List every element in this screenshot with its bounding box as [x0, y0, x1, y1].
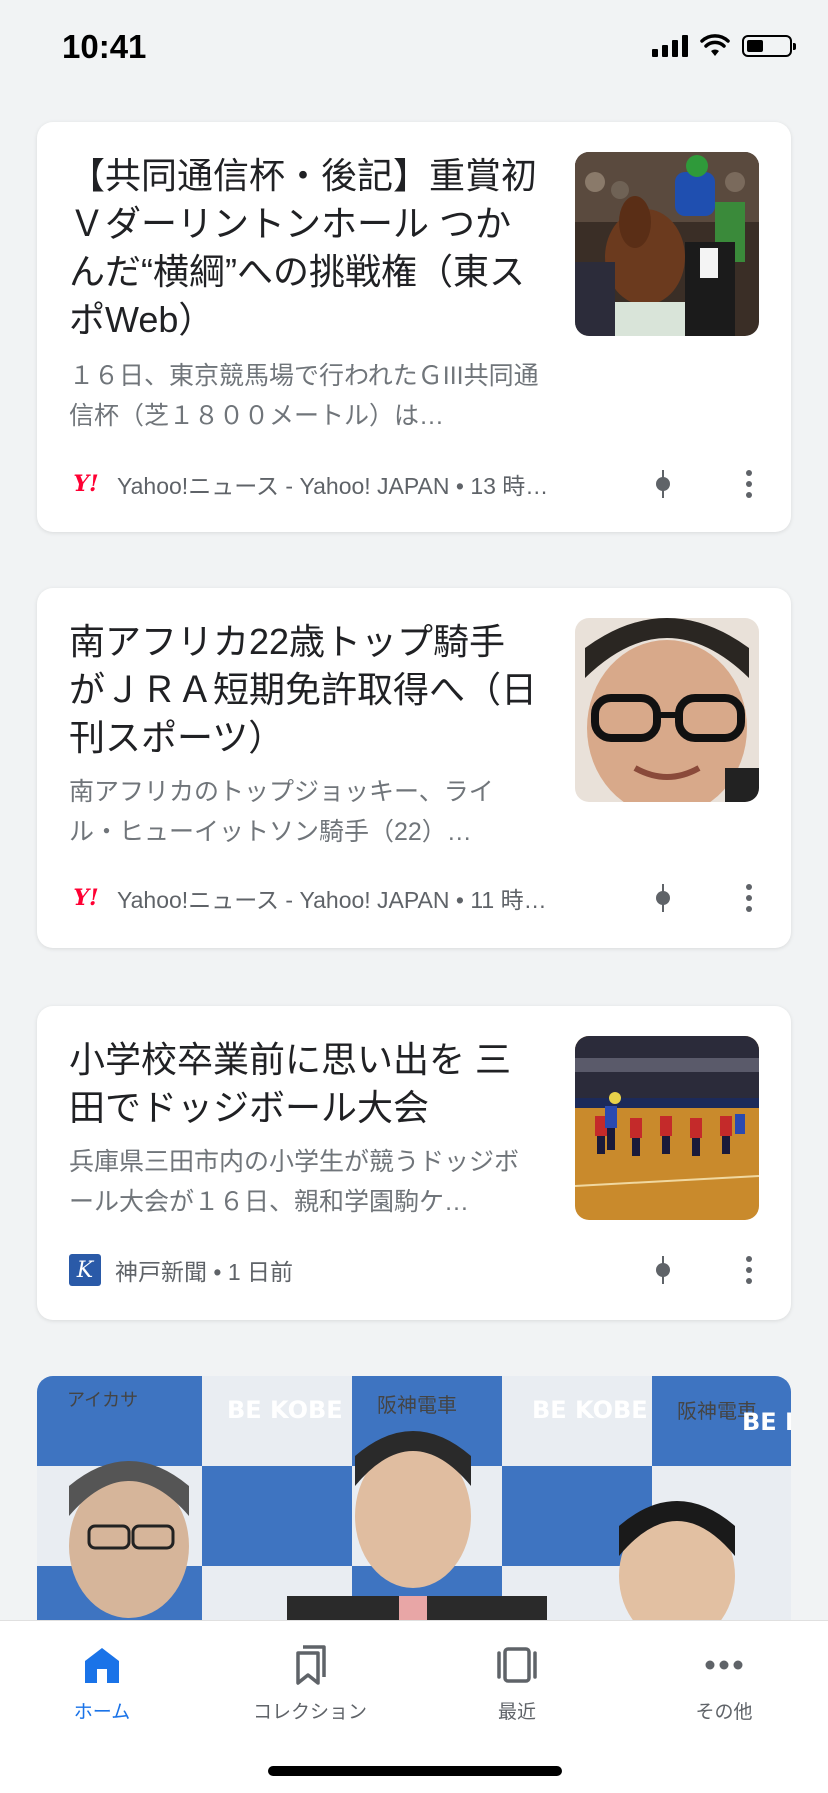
- horse-racing-image: [575, 152, 759, 336]
- status-time: 10:41: [62, 28, 147, 65]
- press-conference-image: アイカサ BE KOBE 阪神電車 BE KOBE 阪神電車 BE K: [37, 1376, 791, 1636]
- full-coverage-icon[interactable]: [643, 464, 683, 504]
- hero-banner-text: 阪神電車: [377, 1393, 457, 1417]
- article-thumbnail[interactable]: [575, 618, 759, 802]
- battery-icon: [742, 35, 796, 57]
- nav-item-collections[interactable]: コレクション: [230, 1641, 390, 1731]
- portrait-image: [575, 618, 759, 802]
- bookmarks-icon: [296, 1645, 326, 1685]
- article-thumbnail[interactable]: [575, 1036, 759, 1220]
- more-horiz-icon: [705, 1660, 743, 1670]
- article-title[interactable]: 小学校卒業前に思い出を 三田でドッジボール大会: [69, 1036, 537, 1132]
- article-footer: Y! Yahoo!ニュース - Yahoo! JAPAN • 11 時…: [69, 878, 759, 918]
- hero-banner-text: BE K: [742, 1408, 791, 1436]
- recent-icon: [497, 1647, 537, 1683]
- article-snippet: 兵庫県三田市内の小学生が競うドッジボール大会が１６日、親和学園駒ケ…: [69, 1148, 520, 1216]
- yahoo-logo-icon: Y!: [73, 885, 99, 911]
- article-snippet: １６日、東京競馬場で行われたＧIII共同通信杯（芝１８００メートル）は…: [69, 362, 539, 430]
- article-footer: Y! Yahoo!ニュース - Yahoo! JAPAN • 13 時…: [69, 464, 759, 504]
- article-thumbnail[interactable]: [575, 152, 759, 336]
- wifi-icon: [700, 34, 730, 56]
- hero-banner-text: アイカサ: [67, 1390, 138, 1411]
- article-source[interactable]: Yahoo!ニュース - Yahoo! JAPAN • 13 時…: [117, 467, 548, 501]
- cellular-signal-icon: [652, 35, 688, 57]
- more-vert-icon[interactable]: [739, 878, 759, 918]
- dodgeball-image: [575, 1036, 759, 1220]
- article-card[interactable]: 南アフリカ22歳トップ騎手がＪＲＡ短期免許取得へ（日刊スポーツ） 南アフリカのト…: [37, 588, 791, 948]
- article-title[interactable]: 南アフリカ22歳トップ騎手がＪＲＡ短期免許取得へ（日刊スポーツ）: [69, 618, 537, 762]
- article-title[interactable]: 【共同通信杯・後記】重賞初Ｖダーリントンホール つかんだ“横綱”への挑戦権（東ス…: [69, 152, 537, 344]
- more-vert-icon[interactable]: [739, 1250, 759, 1290]
- nav-label: 最近: [497, 1702, 536, 1723]
- nav-item-recent[interactable]: 最近: [437, 1641, 597, 1731]
- home-indicator[interactable]: [268, 1766, 562, 1776]
- kobe-shimbun-logo-icon: K: [69, 1254, 101, 1286]
- article-card[interactable]: 【共同通信杯・後記】重賞初Ｖダーリントンホール つかんだ“横綱”への挑戦権（東ス…: [37, 122, 791, 532]
- nav-label: コレクション: [252, 1702, 367, 1723]
- home-icon: [85, 1648, 119, 1683]
- yahoo-logo-icon: Y!: [73, 471, 99, 497]
- status-bar: 10:41: [0, 0, 828, 100]
- nav-item-home[interactable]: ホーム: [22, 1641, 182, 1731]
- hero-article-image[interactable]: アイカサ BE KOBE 阪神電車 BE KOBE 阪神電車 BE K: [37, 1376, 791, 1636]
- nav-label: その他: [695, 1702, 753, 1723]
- status-icons: [652, 34, 796, 58]
- article-snippet: 南アフリカのトップジョッキー、ライル・ヒューイットソン騎手（22）…: [69, 778, 494, 846]
- more-vert-icon[interactable]: [739, 464, 759, 504]
- article-footer: K 神戸新聞 • 1 日前: [69, 1250, 759, 1290]
- article-card[interactable]: 小学校卒業前に思い出を 三田でドッジボール大会 兵庫県三田市内の小学生が競うドッ…: [37, 1006, 791, 1320]
- nav-label: ホーム: [73, 1702, 131, 1723]
- article-source[interactable]: Yahoo!ニュース - Yahoo! JAPAN • 11 時…: [117, 881, 547, 915]
- article-source[interactable]: 神戸新聞 • 1 日前: [115, 1253, 293, 1287]
- hero-banner-text: BE KOBE: [227, 1396, 343, 1424]
- hero-banner-text: BE KOBE: [532, 1396, 648, 1424]
- full-coverage-icon[interactable]: [643, 878, 683, 918]
- nav-item-more[interactable]: その他: [644, 1641, 804, 1731]
- full-coverage-icon[interactable]: [643, 1250, 683, 1290]
